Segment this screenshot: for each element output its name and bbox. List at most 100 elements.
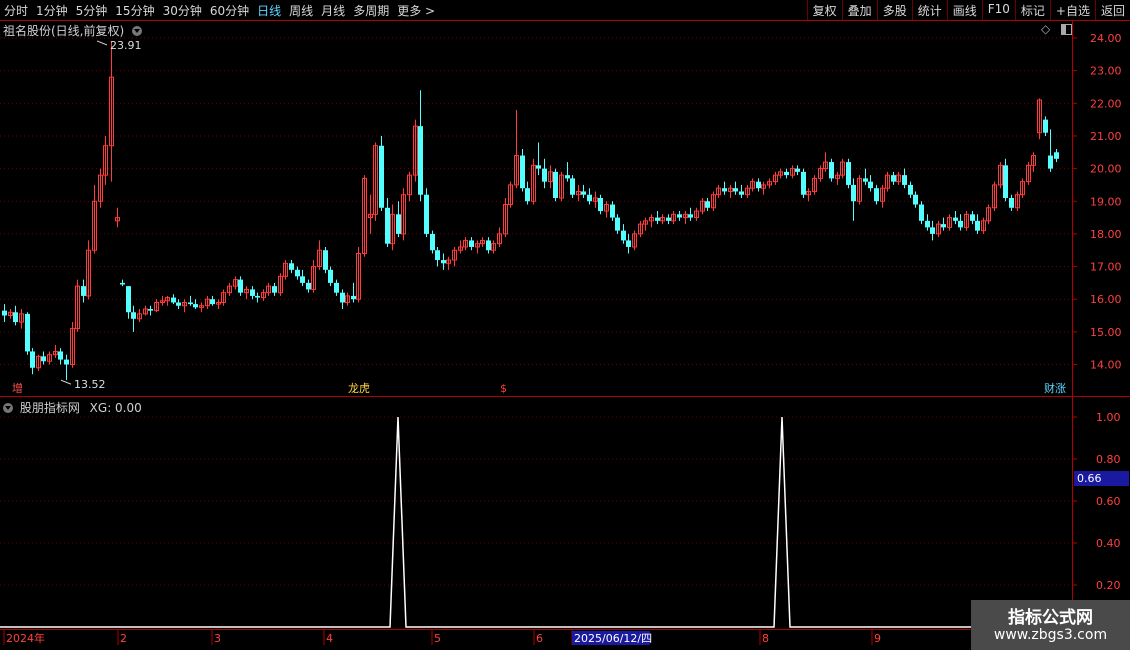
candle [784, 168, 789, 179]
candle [649, 214, 654, 228]
candle [1048, 129, 1053, 172]
candle-body [520, 155, 525, 189]
toolbar-action-8[interactable]: 返回 [1094, 0, 1130, 20]
candle-body [913, 194, 918, 205]
indicator-options-icon[interactable] [3, 403, 13, 413]
candle-body [452, 249, 457, 261]
watermark-title: 指标公式网 [1008, 608, 1093, 628]
candle-body [857, 177, 862, 202]
candle [739, 184, 744, 198]
candle-body [660, 217, 665, 222]
candle-body [272, 286, 277, 293]
candle-body [908, 184, 913, 195]
period-tab-1[interactable]: 1分钟 [32, 0, 72, 20]
candle-body [491, 243, 496, 251]
candle-body [964, 213, 969, 228]
candle [171, 294, 176, 305]
candle-body [823, 161, 828, 170]
period-tab-4[interactable]: 30分钟 [159, 0, 206, 20]
candle [115, 207, 120, 228]
chart-options-icon[interactable] [132, 26, 143, 36]
candle-body [480, 239, 485, 245]
candle-body [548, 171, 553, 183]
candle-body [385, 207, 390, 244]
candle-body [143, 308, 148, 315]
candle [778, 168, 783, 179]
period-tab-5[interactable]: 60分钟 [206, 0, 253, 20]
candle [908, 181, 913, 198]
candle [975, 214, 980, 234]
period-tab-7[interactable]: 周线 [285, 0, 317, 20]
x-axis-tick-label: 2 [120, 632, 127, 645]
period-tab-6[interactable]: 日线 [253, 0, 285, 20]
candle-body [413, 125, 418, 176]
candle [531, 158, 536, 205]
candle [851, 178, 856, 221]
candle-body [570, 178, 575, 195]
candle [30, 348, 35, 375]
x-axis-tick: 9 [871, 630, 881, 645]
candle-body [896, 174, 901, 183]
candle [47, 351, 52, 365]
candle [536, 142, 541, 176]
period-tab-2[interactable]: 5分钟 [72, 0, 112, 20]
toolbar-action-3[interactable]: 统计 [911, 0, 947, 20]
candle [548, 165, 553, 189]
candle-body [1037, 99, 1042, 134]
candle [75, 279, 80, 332]
candle [143, 305, 148, 316]
toolbar-action-0[interactable]: 复权 [806, 0, 842, 20]
candle-body [289, 263, 294, 270]
x-axis-tick-label: 2024年 [6, 631, 45, 645]
candle-body [475, 243, 480, 248]
toolbar-action-7[interactable]: +自选 [1049, 0, 1095, 20]
toolbar-action-5[interactable]: F10 [981, 0, 1015, 20]
candle [576, 184, 581, 202]
candle-body [930, 227, 935, 234]
candle-body [688, 214, 693, 218]
candle-body [655, 217, 660, 221]
candle-body [705, 201, 710, 208]
candle-body [36, 355, 41, 369]
candle-body [919, 204, 924, 221]
period-tab-9[interactable]: 多周期 [349, 0, 393, 20]
candle-body [806, 190, 811, 196]
candle-body [25, 313, 30, 352]
candle-body [1054, 152, 1059, 159]
candle [182, 299, 187, 313]
candle-body [750, 181, 755, 189]
main-chart-title-bar: 祖名股份(日线,前复权) [3, 22, 145, 39]
x-axis-tick: 5 [431, 630, 441, 645]
candle-body [953, 217, 958, 221]
candle-body [362, 177, 367, 254]
candle [761, 181, 766, 195]
toolbar-action-1[interactable]: 叠加 [841, 0, 877, 20]
toolbar-action-6[interactable]: 标记 [1014, 0, 1050, 20]
candle-body [373, 145, 378, 215]
diamond-icon[interactable]: ◇ [1041, 22, 1055, 36]
candle [891, 171, 896, 185]
panel-toggle-icon[interactable] [1061, 24, 1072, 35]
candle-body [340, 292, 345, 303]
candle-body [41, 356, 46, 362]
candle-body [1048, 155, 1053, 169]
candle [598, 194, 603, 215]
candle-body [593, 197, 598, 202]
candle [92, 184, 97, 254]
candle [340, 289, 345, 309]
candle [925, 214, 930, 231]
toolbar-action-4[interactable]: 画线 [946, 0, 982, 20]
period-tab-8[interactable]: 月线 [317, 0, 349, 20]
period-tab-10[interactable]: 更多 > [393, 0, 439, 20]
x-axis-tick: 2024年 [3, 630, 45, 645]
candle [936, 220, 941, 238]
candle [520, 149, 525, 192]
period-tab-3[interactable]: 15分钟 [111, 0, 158, 20]
indicator-series-value: XG: 0.00 [89, 401, 142, 415]
period-tab-0[interactable]: 分时 [0, 0, 32, 20]
toolbar-action-2[interactable]: 多股 [876, 0, 912, 20]
candle [688, 207, 693, 221]
candle-body [165, 297, 170, 302]
candle [632, 230, 637, 251]
candle-body [205, 298, 210, 307]
